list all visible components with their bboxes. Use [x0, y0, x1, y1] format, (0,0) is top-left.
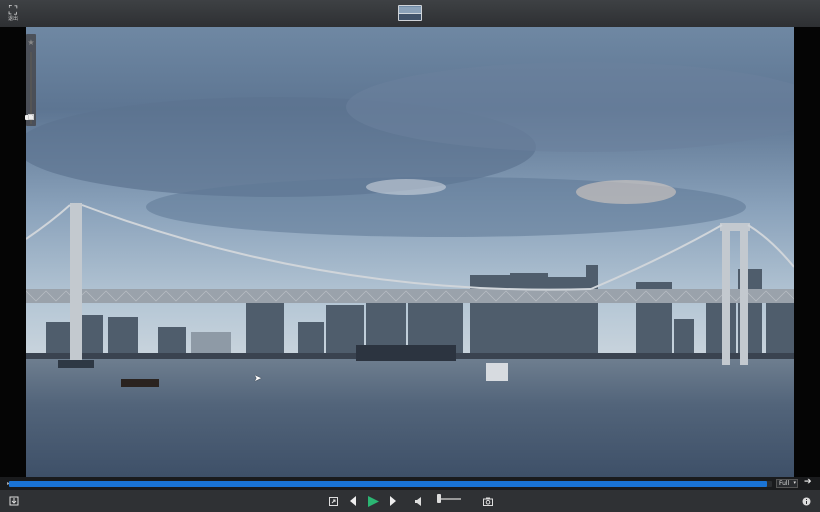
arrow-right-icon[interactable]: ➔ [804, 477, 812, 487]
top-bar: ⛶ 退出 [0, 0, 820, 27]
quality-label: Full [779, 480, 790, 487]
info-icon[interactable] [798, 493, 814, 509]
seek-bar[interactable] [9, 481, 772, 487]
exit-fullscreen-button[interactable]: ⛶ 退出 [2, 2, 24, 24]
previous-icon[interactable] [346, 493, 360, 509]
side-panel: ★ [25, 34, 36, 126]
right-letterbox [794, 27, 820, 477]
play-icon[interactable] [365, 493, 381, 509]
volume-knob[interactable] [437, 494, 442, 503]
mouse-cursor-icon: ➤ [254, 374, 262, 384]
download-icon[interactable] [6, 493, 22, 509]
control-bar [0, 490, 820, 512]
square-icon[interactable] [28, 114, 34, 120]
chevron-down-icon: ▾ [793, 480, 796, 486]
camera-icon[interactable] [480, 493, 496, 509]
open-file-icon[interactable] [325, 493, 341, 509]
monitor-thumbnail-icon[interactable] [398, 5, 422, 21]
moored-ship [356, 345, 456, 361]
volume-icon[interactable] [412, 493, 426, 509]
star-icon[interactable]: ★ [26, 38, 36, 47]
expand-corners-icon: ⛶ [8, 2, 18, 17]
thumbnail-preview [399, 7, 421, 20]
exit-fullscreen-label: 退出 [7, 15, 18, 22]
video-frame[interactable] [26, 27, 794, 477]
seek-progress-fill [9, 481, 767, 487]
left-letterbox [0, 27, 26, 477]
next-icon[interactable] [386, 493, 400, 509]
seek-row: ▸ Full ▾ ➔ [0, 477, 820, 490]
small-boat [121, 379, 159, 387]
quality-select[interactable]: Full ▾ [776, 479, 798, 488]
ferry [486, 363, 508, 381]
